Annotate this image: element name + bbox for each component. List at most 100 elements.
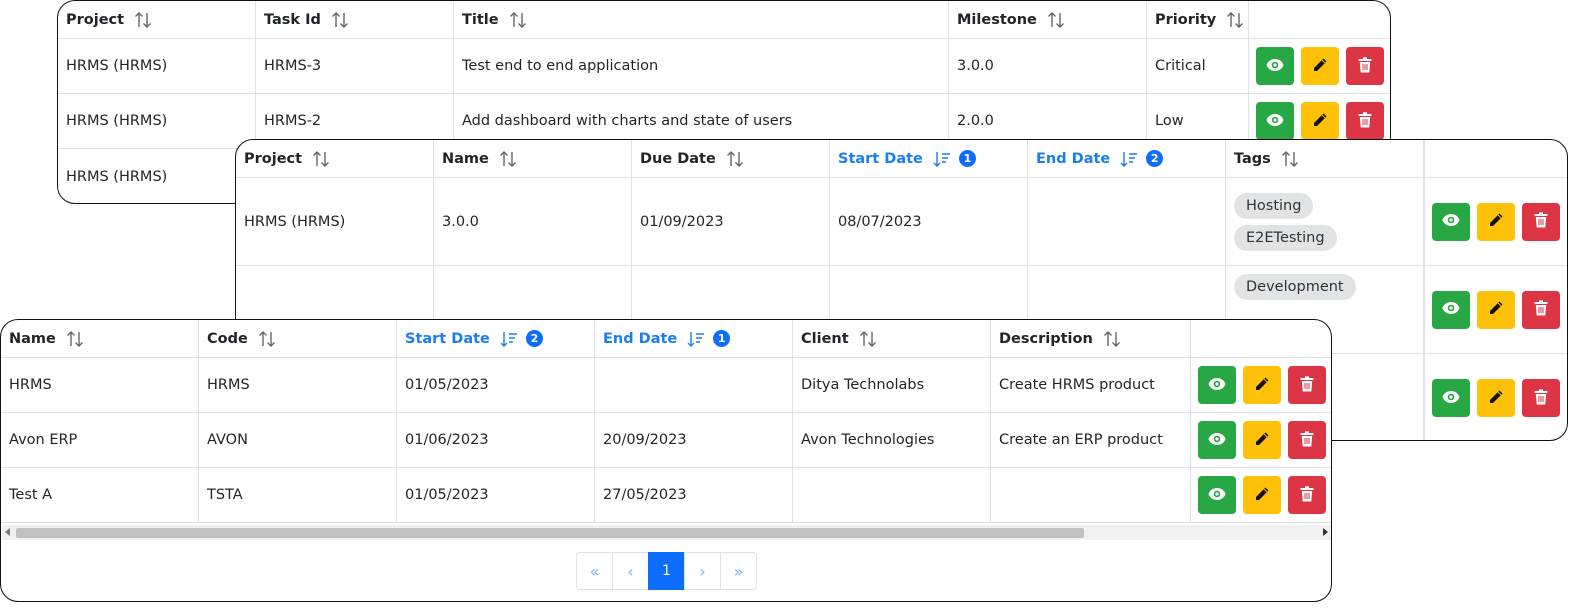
delete-button[interactable] — [1346, 102, 1384, 140]
view-button[interactable] — [1256, 47, 1294, 85]
trash-icon — [1300, 485, 1314, 505]
delete-button[interactable] — [1522, 202, 1560, 241]
table-row: HRMS HRMS 01/05/2023 Ditya Technolabs Cr… — [1, 358, 1331, 413]
cell-milestone: 3.0.0 — [949, 39, 1147, 93]
column-header-tags[interactable]: Tags — [1226, 140, 1424, 177]
sort-arrows-icon[interactable] — [134, 11, 152, 28]
view-button[interactable] — [1256, 102, 1294, 140]
column-header-project[interactable]: Project — [58, 1, 256, 38]
last-page-button[interactable]: » — [720, 552, 757, 590]
column-header-actions — [1191, 320, 1331, 357]
sort-order-badge: 2 — [525, 330, 543, 347]
view-button[interactable] — [1432, 202, 1470, 241]
column-header-name[interactable]: Name — [434, 140, 632, 177]
sort-descending-icon[interactable] — [500, 331, 518, 347]
column-header-description[interactable]: Description — [991, 320, 1191, 357]
row-actions — [1424, 354, 1567, 440]
trash-icon — [1300, 430, 1314, 450]
pencil-icon — [1254, 431, 1270, 450]
sort-arrows-icon[interactable] — [258, 330, 276, 347]
cell-start-date: 01/05/2023 — [397, 358, 595, 412]
delete-button[interactable] — [1288, 366, 1326, 404]
column-header-name[interactable]: Name — [1, 320, 199, 357]
sort-arrows-icon[interactable] — [331, 11, 349, 28]
sort-arrows-icon[interactable] — [1047, 11, 1065, 28]
cell-project: HRMS (HRMS) — [58, 149, 256, 203]
next-page-button[interactable]: › — [684, 552, 721, 590]
sort-descending-icon[interactable] — [933, 151, 951, 167]
row-actions — [1191, 358, 1331, 412]
column-header-code[interactable]: Code — [199, 320, 397, 357]
current-page-button[interactable]: 1 — [648, 552, 685, 590]
delete-button[interactable] — [1288, 421, 1326, 459]
scrollbar-thumb[interactable] — [16, 528, 1084, 538]
view-button[interactable] — [1198, 421, 1236, 459]
previous-page-button[interactable]: ‹ — [612, 552, 649, 590]
view-button[interactable] — [1432, 290, 1470, 329]
trash-icon — [1358, 56, 1372, 76]
trash-icon — [1534, 300, 1548, 319]
edit-button[interactable] — [1477, 379, 1515, 417]
scroll-right-arrow-icon[interactable] — [1323, 528, 1328, 536]
cell-name: HRMS — [1, 358, 199, 412]
edit-button[interactable] — [1243, 476, 1281, 514]
cell-end-date: 27/05/2023 — [595, 468, 793, 522]
sort-arrows-icon[interactable] — [1103, 330, 1121, 347]
column-header-client[interactable]: Client — [793, 320, 991, 357]
edit-button[interactable] — [1477, 202, 1515, 241]
cell-project: HRMS (HRMS) — [58, 94, 256, 148]
delete-button[interactable] — [1522, 379, 1560, 417]
column-header-milestone[interactable]: Milestone — [949, 1, 1147, 38]
delete-button[interactable] — [1522, 290, 1560, 329]
sort-descending-icon[interactable] — [1120, 151, 1138, 167]
sort-arrows-icon[interactable] — [66, 330, 84, 347]
column-header-priority[interactable]: Priority — [1147, 1, 1249, 38]
view-button[interactable] — [1198, 366, 1236, 404]
sort-arrows-icon[interactable] — [499, 150, 517, 167]
horizontal-scrollbar[interactable] — [2, 525, 1331, 540]
column-header-due-date[interactable]: Due Date — [632, 140, 830, 177]
sort-arrows-icon[interactable] — [312, 150, 330, 167]
eye-icon — [1208, 487, 1226, 504]
column-header-end-date[interactable]: End Date 1 — [595, 320, 793, 357]
sort-arrows-icon[interactable] — [1226, 11, 1244, 28]
delete-button[interactable] — [1288, 476, 1326, 514]
cell-description — [991, 468, 1191, 522]
tag-badge: Development — [1234, 274, 1356, 300]
edit-button[interactable] — [1301, 102, 1339, 140]
column-header-start-date[interactable]: Start Date 1 — [830, 140, 1028, 177]
sort-arrows-icon[interactable] — [1281, 150, 1299, 167]
cell-task-id: HRMS-3 — [256, 39, 454, 93]
first-page-button[interactable]: « — [576, 552, 613, 590]
eye-icon — [1208, 432, 1226, 449]
cell-description: Create HRMS product — [991, 358, 1191, 412]
eye-icon — [1442, 301, 1460, 318]
delete-button[interactable] — [1346, 47, 1384, 85]
sort-order-badge: 1 — [958, 150, 976, 167]
column-header-end-date[interactable]: End Date 2 — [1028, 140, 1226, 177]
pencil-icon — [1254, 376, 1270, 395]
edit-button[interactable] — [1301, 47, 1339, 85]
scroll-left-arrow-icon[interactable] — [5, 528, 10, 536]
sort-arrows-icon[interactable] — [509, 11, 527, 28]
cell-project: HRMS (HRMS) — [58, 39, 256, 93]
sort-arrows-icon[interactable] — [859, 330, 877, 347]
cell-start-date: 08/07/2023 — [830, 178, 1028, 265]
sort-arrows-icon[interactable] — [726, 150, 744, 167]
view-button[interactable] — [1432, 379, 1470, 417]
pagination: « ‹ 1 › » — [576, 552, 757, 590]
row-actions — [1249, 39, 1390, 93]
sort-descending-icon[interactable] — [687, 331, 705, 347]
column-header-start-date[interactable]: Start Date 2 — [397, 320, 595, 357]
column-header-task-id[interactable]: Task Id — [256, 1, 454, 38]
edit-button[interactable] — [1477, 290, 1515, 329]
column-header-title[interactable]: Title — [454, 1, 949, 38]
cell-end-date — [1028, 178, 1226, 265]
pencil-icon — [1312, 57, 1328, 76]
edit-button[interactable] — [1243, 421, 1281, 459]
column-header-project[interactable]: Project — [236, 140, 434, 177]
edit-button[interactable] — [1243, 366, 1281, 404]
cell-start-date: 01/05/2023 — [397, 468, 595, 522]
view-button[interactable] — [1198, 476, 1236, 514]
row-actions — [1191, 468, 1331, 522]
